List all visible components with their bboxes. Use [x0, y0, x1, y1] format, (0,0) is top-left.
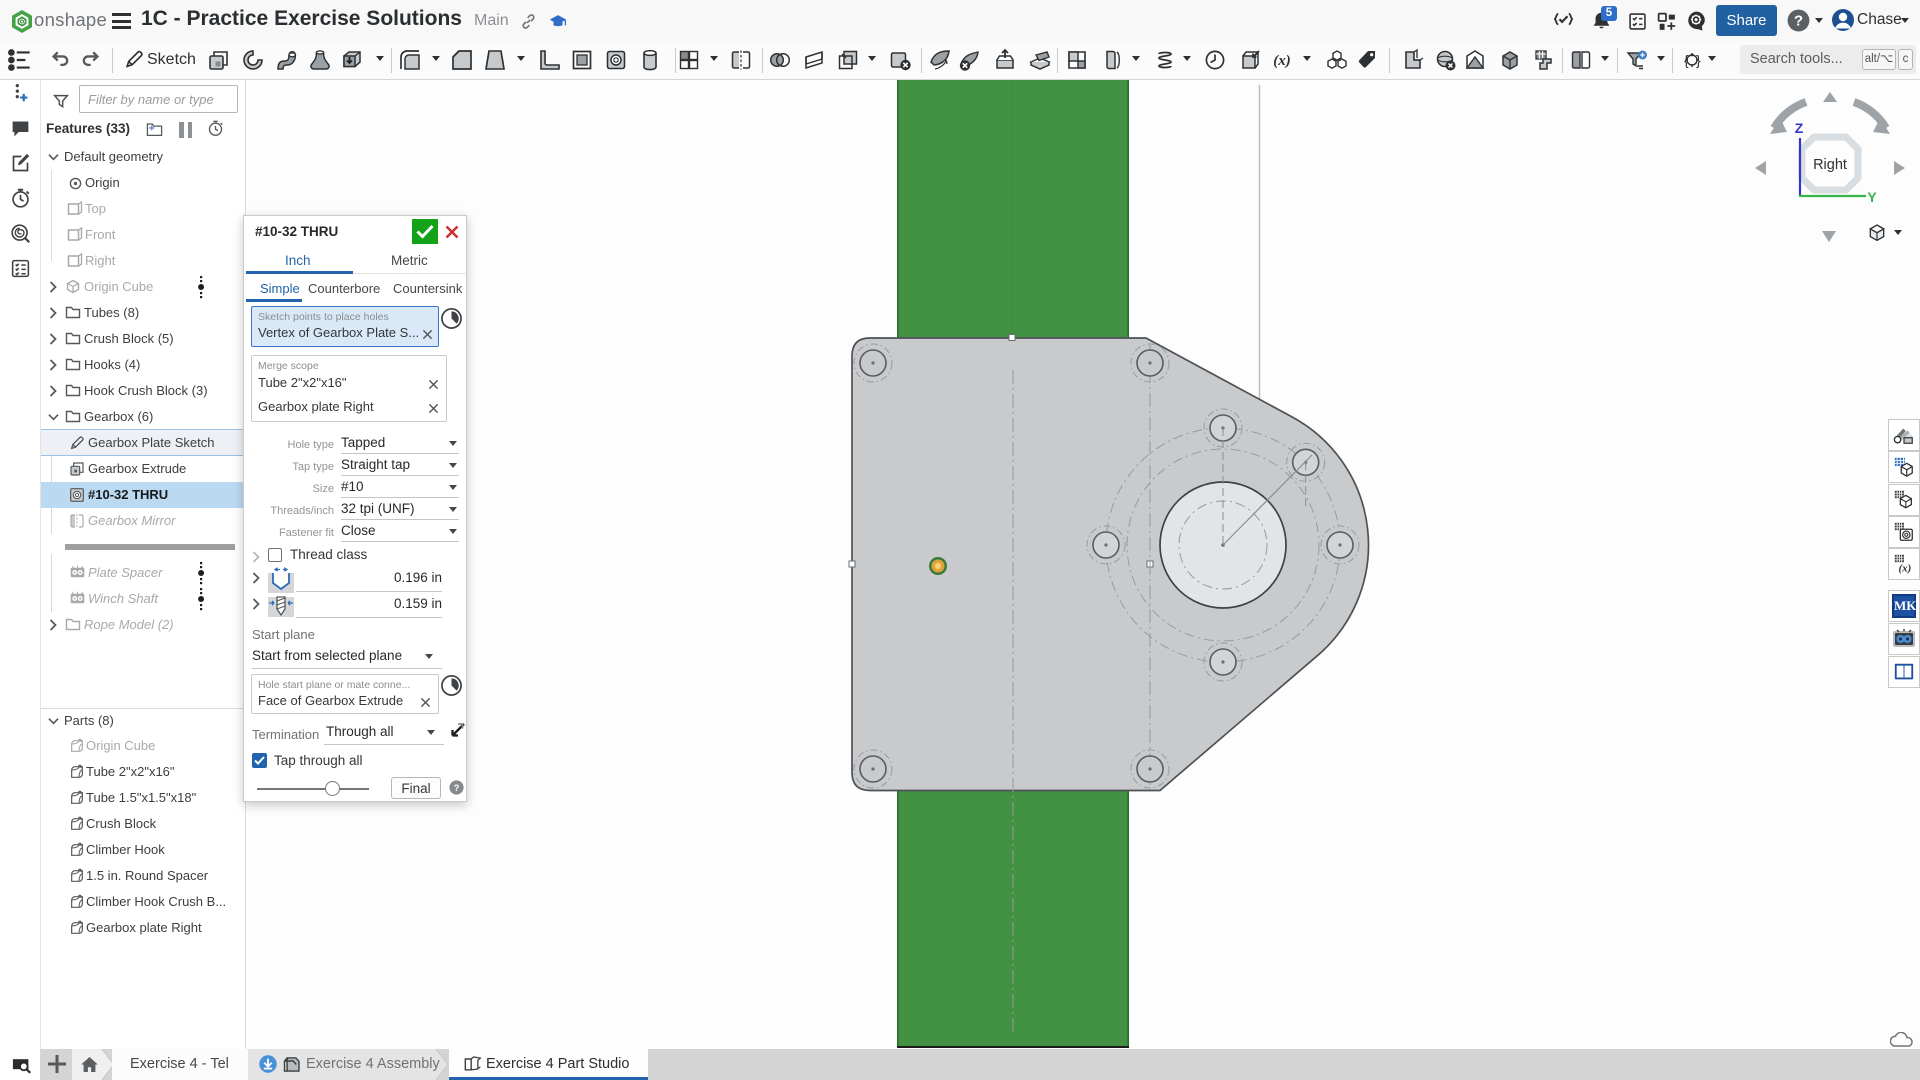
- svg-text:Z: Z: [1795, 120, 1804, 136]
- svg-text:?: ?: [1794, 13, 1803, 30]
- svg-text:(x): (x): [1899, 562, 1912, 574]
- svg-text:Y: Y: [1867, 189, 1877, 205]
- svg-text:(x): (x): [1273, 53, 1291, 69]
- svg-text:}: }: [1696, 52, 1701, 68]
- svg-text:?: ?: [454, 783, 460, 794]
- svg-text:Right: Right: [1813, 157, 1847, 173]
